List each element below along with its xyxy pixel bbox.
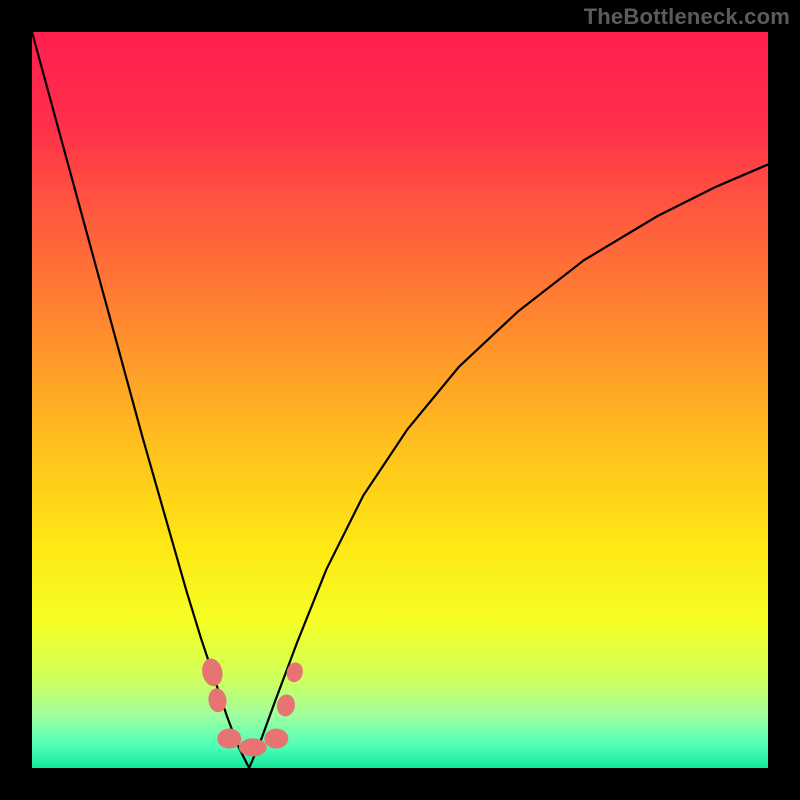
marker-dot (217, 729, 241, 749)
chart-canvas (0, 0, 800, 800)
chart-frame: TheBottleneck.com (0, 0, 800, 800)
marker-dot (264, 729, 288, 749)
plot-background (32, 32, 768, 768)
marker-dot (239, 738, 267, 756)
